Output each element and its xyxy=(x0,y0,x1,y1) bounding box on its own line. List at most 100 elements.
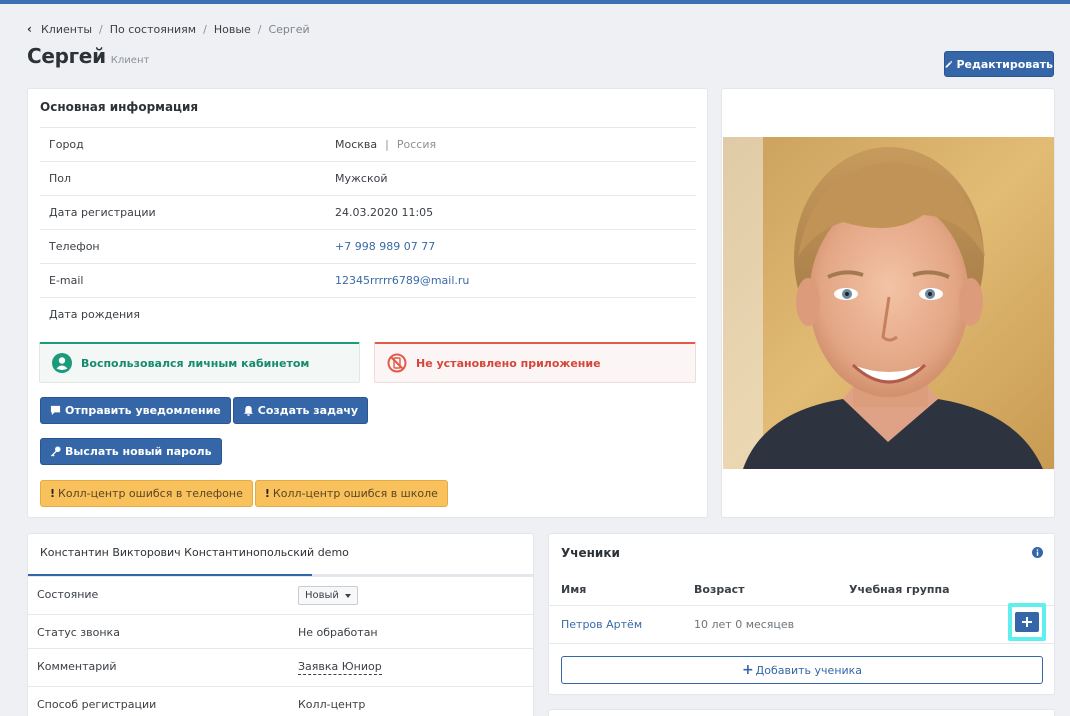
breadcrumb: ‹ Клиенты / По состояниям / Новые / Серг… xyxy=(27,21,310,37)
info-label: Город xyxy=(49,138,84,151)
action-row: Выслать новый пароль xyxy=(40,438,224,465)
comment-editable[interactable]: Заявка Юниор xyxy=(298,660,382,675)
main-info-title: Основная информация xyxy=(40,100,199,114)
edit-button[interactable]: Редактировать xyxy=(944,51,1054,77)
contact-label: Комментарий xyxy=(37,660,117,673)
add-student-label: Добавить ученика xyxy=(755,663,863,677)
add-to-group-button[interactable] xyxy=(1008,603,1046,641)
email-link[interactable]: 12345rrrrr6789@mail.ru xyxy=(335,274,469,287)
info-label: Телефон xyxy=(49,240,100,253)
state-select[interactable]: Новый xyxy=(298,586,358,605)
plus-icon: + xyxy=(741,662,754,678)
info-row-registration-date: Дата регистрации 24.03.2020 11:05 xyxy=(40,195,696,229)
create-task-button[interactable]: Создать задачу xyxy=(232,397,369,424)
info-row-birthdate: Дата рождения xyxy=(40,297,696,331)
column-header-name: Имя xyxy=(561,583,587,596)
country-value: Россия xyxy=(396,138,437,151)
info-label: E-mail xyxy=(49,274,84,287)
breadcrumb-separator: / xyxy=(99,22,103,36)
create-task-label: Создать задачу xyxy=(257,404,359,417)
status-bad-text: Не установлено приложение xyxy=(416,356,601,370)
info-label: Дата рождения xyxy=(49,308,140,321)
send-notification-button[interactable]: Отправить уведомление xyxy=(40,397,231,424)
caret-down-icon xyxy=(344,593,351,598)
call-center-phone-error-label: Колл-центр ошибся в телефоне xyxy=(58,487,243,500)
contact-label: Способ регистрации xyxy=(37,698,157,711)
phone-link[interactable]: +7 998 989 07 77 xyxy=(335,240,435,253)
student-age: 10 лет 0 месяцев xyxy=(694,618,795,631)
top-accent-bar xyxy=(0,0,1070,4)
page-title: Сергей Клиент xyxy=(27,44,149,68)
breadcrumb-separator: / xyxy=(257,22,262,36)
value-divider: | xyxy=(385,138,389,151)
client-role: Клиент xyxy=(110,55,150,66)
status-ok-text: Воспользовался личным кабинетом xyxy=(81,356,310,370)
chevron-left-icon[interactable]: ‹ xyxy=(27,22,37,36)
status-app-not-installed: Не установлено приложение xyxy=(374,342,696,383)
info-value: 24.03.2020 11:05 xyxy=(335,206,434,219)
exclamation-icon: ! xyxy=(50,487,56,500)
client-name: Сергей xyxy=(27,44,106,68)
info-row-email: E-mail 12345rrrrr6789@mail.ru xyxy=(40,263,696,297)
info-label: Дата регистрации xyxy=(49,206,156,219)
send-notification-label: Отправить уведомление xyxy=(65,404,221,417)
contact-value: Не обработан xyxy=(298,626,378,639)
info-icon[interactable] xyxy=(1032,547,1043,558)
column-header-group: Учебная группа xyxy=(849,583,950,596)
bell-icon xyxy=(243,405,253,416)
send-new-password-button[interactable]: Выслать новый пароль xyxy=(40,438,222,465)
contact-value: Новый xyxy=(298,586,358,605)
photo-card xyxy=(721,88,1055,518)
action-row: Отправить уведомление Создать задачу xyxy=(40,397,370,424)
state-select-value: Новый xyxy=(305,590,339,601)
contact-row-call-status: Статус звонка Не обработан xyxy=(28,614,533,648)
city-value: Москва xyxy=(335,138,378,151)
info-value: Москва | Россия xyxy=(335,138,436,151)
add-student-button[interactable]: + Добавить ученика xyxy=(561,656,1043,684)
send-new-password-label: Выслать новый пароль xyxy=(65,445,212,458)
info-value: Мужской xyxy=(335,172,388,185)
breadcrumb-item-by-status[interactable]: По состояниям xyxy=(110,23,196,36)
contact-row-comment: Комментарий Заявка Юниор xyxy=(28,648,533,686)
contact-label: Статус звонка xyxy=(37,626,120,639)
info-value: +7 998 989 07 77 xyxy=(335,240,435,253)
call-center-phone-error-button[interactable]: ! Колл-центр ошибся в телефоне xyxy=(40,480,253,507)
table-row: Петров Артём 10 лет 0 месяцев xyxy=(549,605,1054,644)
comment-icon xyxy=(50,405,61,416)
call-center-school-error-button[interactable]: ! Колл-центр ошибся в школе xyxy=(254,480,448,507)
add-to-group-inner xyxy=(1015,612,1039,632)
user-circle-icon xyxy=(52,353,72,373)
call-center-school-error-label: Колл-центр ошибся в школе xyxy=(272,487,438,500)
breadcrumb-separator: / xyxy=(203,22,207,36)
contact-row-registration-method: Способ регистрации Колл-центр xyxy=(28,686,533,716)
students-title: Ученики xyxy=(561,546,620,560)
contact-value: Колл-центр xyxy=(298,698,366,711)
info-row-city: Город Москва | Россия xyxy=(40,127,696,161)
plus-icon xyxy=(1022,617,1032,627)
status-cabinet-used: Воспользовался личным кабинетом xyxy=(39,342,360,383)
info-label: Пол xyxy=(49,172,72,185)
contact-card: Константин Викторович Константинопольски… xyxy=(27,533,534,716)
exclamation-icon: ! xyxy=(264,487,270,500)
breadcrumb-current: Сергей xyxy=(268,22,310,36)
edit-button-label: Редактировать xyxy=(956,57,1053,71)
action-row: ! Колл-центр ошибся в телефоне ! Колл-це… xyxy=(40,480,450,507)
pencil-icon xyxy=(945,60,953,68)
column-header-age: Возраст xyxy=(694,583,745,596)
next-card-edge xyxy=(548,709,1055,716)
tab-contact-person[interactable]: Константин Викторович Константинопольски… xyxy=(40,546,349,559)
students-card: Ученики Имя Возраст Учебная группа Петро… xyxy=(548,533,1055,695)
info-table: Город Москва | Россия Пол Мужской Дата рег… xyxy=(40,127,696,331)
breadcrumb-item-clients[interactable]: Клиенты xyxy=(41,23,92,36)
info-value: 12345rrrrr6789@mail.ru xyxy=(335,274,469,287)
no-phone-icon xyxy=(387,353,407,373)
contact-label: Состояние xyxy=(37,588,99,601)
breadcrumb-item-new[interactable]: Новые xyxy=(214,23,251,36)
key-icon xyxy=(50,446,61,457)
contact-row-state: Состояние Новый xyxy=(28,576,533,614)
client-photo xyxy=(723,137,1054,469)
info-row-gender: Пол Мужской xyxy=(40,161,696,195)
info-row-phone: Телефон +7 998 989 07 77 xyxy=(40,229,696,263)
main-info-card: Основная информация Город Москва | Россия … xyxy=(27,88,708,518)
student-name-link[interactable]: Петров Артём xyxy=(561,618,642,631)
